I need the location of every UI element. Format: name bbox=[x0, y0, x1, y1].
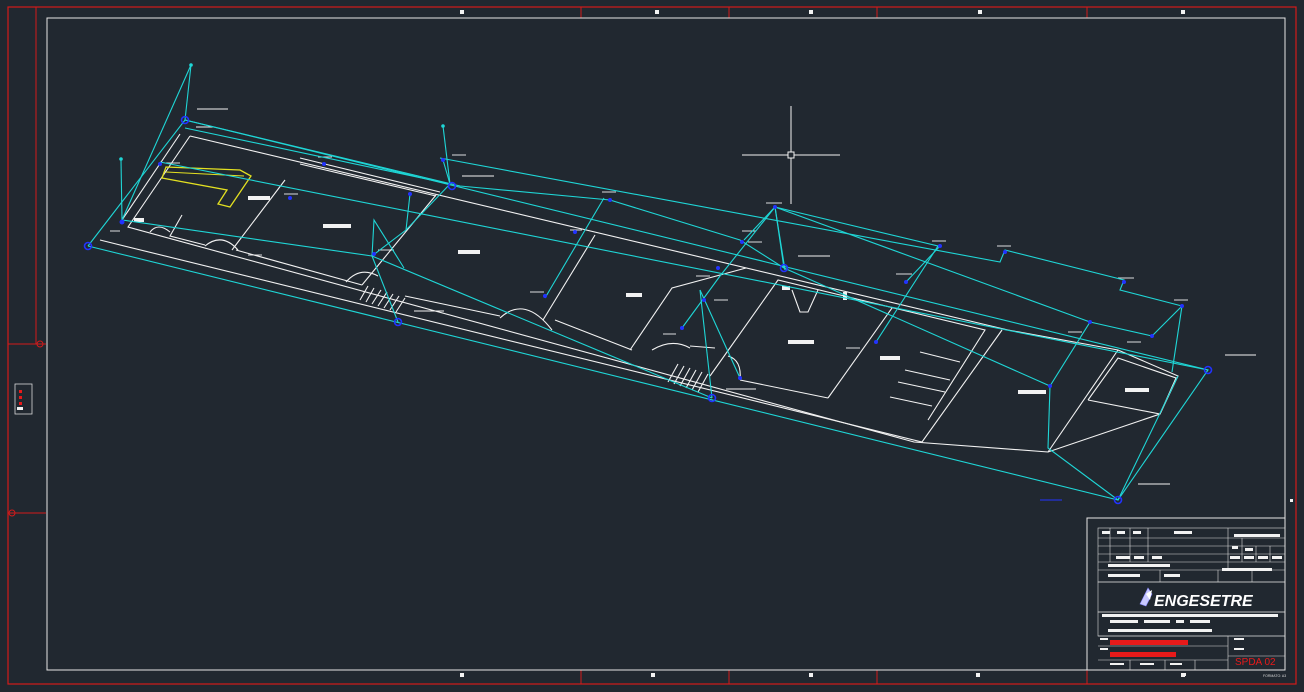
conductor-nodes bbox=[119, 158, 1184, 388]
drawing-code: SPDA 02 bbox=[1235, 657, 1276, 668]
engesetre-logo-icon bbox=[1139, 587, 1153, 607]
leader-notes bbox=[110, 108, 1256, 485]
margin-stamp bbox=[14, 383, 33, 415]
air-terminals bbox=[119, 63, 445, 161]
crosshair-cursor-icon bbox=[742, 106, 840, 204]
ground-electrodes[interactable] bbox=[83, 115, 1213, 505]
format-note: FORMATO: A3 bbox=[1263, 674, 1286, 678]
spda-cable-network[interactable] bbox=[87, 64, 1209, 501]
highlighted-element[interactable] bbox=[161, 166, 252, 208]
title-block: ENGESETRE SPDA 02 FORMATO: A3 bbox=[1086, 517, 1286, 678]
cad-drawing-canvas[interactable]: ENGESETRE SPDA 02 FORMATO: A3 bbox=[0, 0, 1304, 692]
company-logo-text: ENGESETRE bbox=[1154, 593, 1254, 610]
